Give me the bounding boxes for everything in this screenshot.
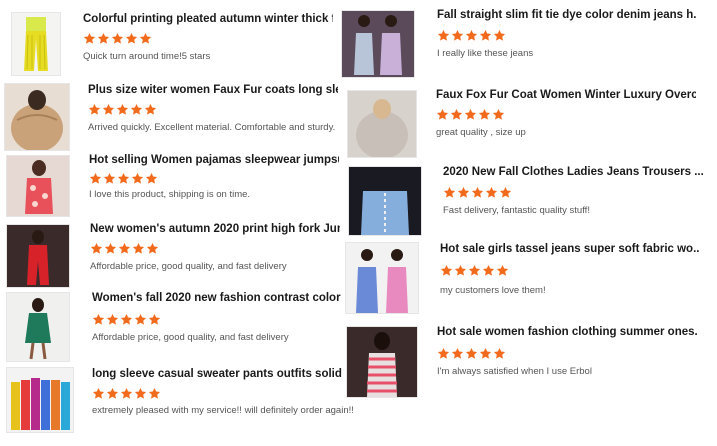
star-icon — [148, 387, 161, 400]
review-product-title[interactable]: New women's autumn 2020 print high fork … — [90, 223, 340, 235]
star-icon — [104, 242, 117, 255]
review-comment: extremely pleased with my service!! will… — [92, 405, 354, 416]
review-comment: I really like these jeans — [437, 48, 534, 59]
star-icon — [130, 103, 143, 116]
star-icon — [120, 313, 133, 326]
star-icon — [89, 172, 102, 185]
star-icon — [102, 103, 115, 116]
star-icon — [454, 264, 467, 277]
star-icon — [437, 347, 450, 360]
star-icon — [499, 186, 512, 199]
star-rating — [88, 103, 158, 116]
star-rating — [437, 347, 507, 360]
star-icon — [145, 172, 158, 185]
product-thumbnail[interactable] — [347, 90, 417, 158]
star-icon — [450, 108, 463, 121]
review-product-title[interactable]: long sleeve casual sweater pants outfits… — [92, 368, 342, 380]
star-icon — [83, 32, 96, 45]
review-comment: I love this product, shipping is on time… — [89, 189, 251, 200]
star-icon — [457, 186, 470, 199]
review-product-title[interactable]: Hot selling Women pajamas sleepwear jump… — [89, 154, 339, 166]
star-icon — [97, 32, 110, 45]
star-icon — [443, 186, 456, 199]
review-product-title[interactable]: Hot sale women fashion clothing summer o… — [437, 326, 697, 338]
star-icon — [146, 242, 159, 255]
star-icon — [134, 313, 147, 326]
star-icon — [116, 103, 129, 116]
review-comment: great quality , size up — [436, 127, 526, 138]
star-icon — [496, 264, 509, 277]
star-icon — [437, 29, 450, 42]
star-icon — [144, 103, 157, 116]
product-thumbnail[interactable] — [6, 155, 70, 217]
star-icon — [106, 387, 119, 400]
product-thumbnail[interactable] — [345, 242, 419, 314]
star-icon — [493, 347, 506, 360]
product-thumbnail[interactable] — [4, 83, 70, 151]
review-product-title[interactable]: Plus size witer women Faux Fur coats lon… — [88, 84, 338, 96]
review-product-title[interactable]: Colorful printing pleated autumn winter … — [83, 13, 333, 25]
product-thumbnail[interactable] — [348, 166, 422, 236]
star-rating — [83, 32, 153, 45]
review-comment: I'm always satisfied when I use Erbol — [437, 366, 592, 377]
star-icon — [125, 32, 138, 45]
star-icon — [92, 387, 105, 400]
review-comment: Affordable price, good quality, and fast… — [92, 332, 289, 343]
review-comment: Affordable price, good quality, and fast… — [90, 261, 287, 272]
star-rating — [440, 264, 510, 277]
star-icon — [118, 242, 131, 255]
star-rating — [89, 172, 159, 185]
star-icon — [465, 347, 478, 360]
product-thumbnail[interactable] — [341, 10, 415, 78]
star-rating — [92, 313, 162, 326]
product-thumbnail[interactable] — [6, 367, 74, 433]
product-thumbnail[interactable] — [6, 224, 70, 288]
star-icon — [111, 32, 124, 45]
star-icon — [492, 108, 505, 121]
star-rating — [443, 186, 513, 199]
star-icon — [440, 264, 453, 277]
star-rating — [436, 108, 506, 121]
review-product-title[interactable]: Hot sale girls tassel jeans super soft f… — [440, 243, 700, 255]
star-icon — [139, 32, 152, 45]
product-thumbnail[interactable] — [6, 292, 70, 362]
review-product-title[interactable]: Women's fall 2020 new fashion contrast c… — [92, 292, 342, 304]
star-icon — [92, 313, 105, 326]
star-icon — [464, 108, 477, 121]
star-icon — [493, 29, 506, 42]
review-product-title[interactable]: Faux Fox Fur Coat Women Winter Luxury Ov… — [436, 89, 696, 101]
review-comment: Fast delivery, fantastic quality stuff! — [443, 205, 590, 216]
star-icon — [468, 264, 481, 277]
star-rating — [437, 29, 507, 42]
star-icon — [117, 172, 130, 185]
star-rating — [92, 387, 162, 400]
star-icon — [131, 172, 144, 185]
star-icon — [132, 242, 145, 255]
star-icon — [134, 387, 147, 400]
star-icon — [88, 103, 101, 116]
product-thumbnail[interactable] — [346, 326, 418, 398]
review-comment: Quick turn around time!5 stars — [83, 51, 211, 62]
star-icon — [148, 313, 161, 326]
star-icon — [482, 264, 495, 277]
star-icon — [465, 29, 478, 42]
star-icon — [485, 186, 498, 199]
star-icon — [103, 172, 116, 185]
star-icon — [471, 186, 484, 199]
star-icon — [479, 347, 492, 360]
star-icon — [479, 29, 492, 42]
star-icon — [106, 313, 119, 326]
star-rating — [90, 242, 160, 255]
star-icon — [451, 347, 464, 360]
review-comment: Arrived quickly. Excellent material. Com… — [88, 122, 336, 133]
review-comment: my customers love them! — [440, 285, 546, 296]
star-icon — [478, 108, 491, 121]
star-icon — [436, 108, 449, 121]
star-icon — [120, 387, 133, 400]
star-icon — [451, 29, 464, 42]
review-product-title[interactable]: Fall straight slim fit tie dye color den… — [437, 9, 697, 21]
star-icon — [90, 242, 103, 255]
product-thumbnail[interactable] — [11, 12, 61, 76]
review-product-title[interactable]: 2020 New Fall Clothes Ladies Jeans Trous… — [443, 166, 703, 178]
